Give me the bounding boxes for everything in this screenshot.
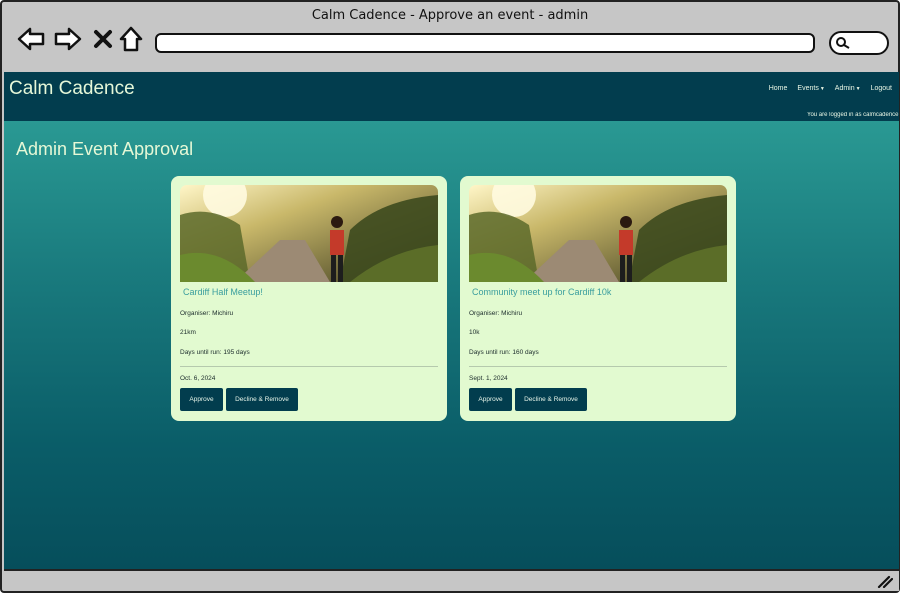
site-navbar: Calm Cadence Home Events▼ Admin▼ Logout …	[4, 72, 899, 121]
event-days-until: Days until run: 195 days	[180, 349, 250, 356]
browser-window: Calm Cadence - Approve an event - admin …	[0, 0, 900, 593]
search-icon	[836, 37, 850, 49]
event-image	[180, 185, 438, 282]
caret-down-icon: ▼	[855, 86, 861, 92]
browser-statusbar	[4, 569, 899, 591]
nav-home[interactable]: Home	[764, 85, 793, 92]
close-x-icon[interactable]	[90, 24, 116, 54]
event-date: Sept. 1, 2024	[469, 375, 508, 382]
page-title: Admin Event Approval	[16, 139, 194, 159]
divider	[180, 366, 438, 367]
event-organiser: Organiser: Michiru	[180, 310, 234, 317]
back-arrow-icon[interactable]	[16, 24, 46, 54]
event-title[interactable]: Cardiff Half Meetup!	[183, 287, 263, 297]
window-title: Calm Cadence - Approve an event - admin	[311, 8, 589, 23]
browser-search-box[interactable]	[829, 31, 889, 55]
approve-button[interactable]: Approve	[469, 388, 512, 411]
event-distance: 10k	[469, 329, 480, 336]
caret-down-icon: ▼	[819, 86, 825, 92]
event-date: Oct. 6, 2024	[180, 375, 216, 382]
nav-events[interactable]: Events▼	[792, 85, 829, 92]
event-distance: 21km	[180, 329, 196, 336]
event-image	[469, 185, 727, 282]
event-card: Community meet up for Cardiff 10k Organi…	[460, 176, 736, 421]
event-card: Cardiff Half Meetup! Organiser: Michiru …	[171, 176, 447, 421]
decline-remove-button[interactable]: Decline & Remove	[226, 388, 298, 411]
home-icon[interactable]	[118, 24, 144, 54]
divider	[469, 366, 727, 367]
login-status: You are logged in as calmcadence	[807, 112, 899, 118]
site-brand[interactable]: Calm Cadence	[9, 78, 135, 100]
approve-button[interactable]: Approve	[180, 388, 223, 411]
resize-grip-icon[interactable]	[877, 574, 893, 588]
event-organiser: Organiser: Michiru	[469, 310, 523, 317]
decline-remove-button[interactable]: Decline & Remove	[515, 388, 587, 411]
nav-logout[interactable]: Logout	[866, 85, 897, 92]
event-title[interactable]: Community meet up for Cardiff 10k	[472, 287, 611, 297]
address-bar[interactable]	[155, 33, 815, 53]
nav-admin[interactable]: Admin▼	[830, 85, 866, 92]
nav-links: Home Events▼ Admin▼ Logout	[764, 85, 897, 92]
page-viewport: Calm Cadence Home Events▼ Admin▼ Logout …	[4, 72, 899, 569]
event-days-until: Days until run: 160 days	[469, 349, 539, 356]
forward-arrow-icon[interactable]	[53, 24, 83, 54]
